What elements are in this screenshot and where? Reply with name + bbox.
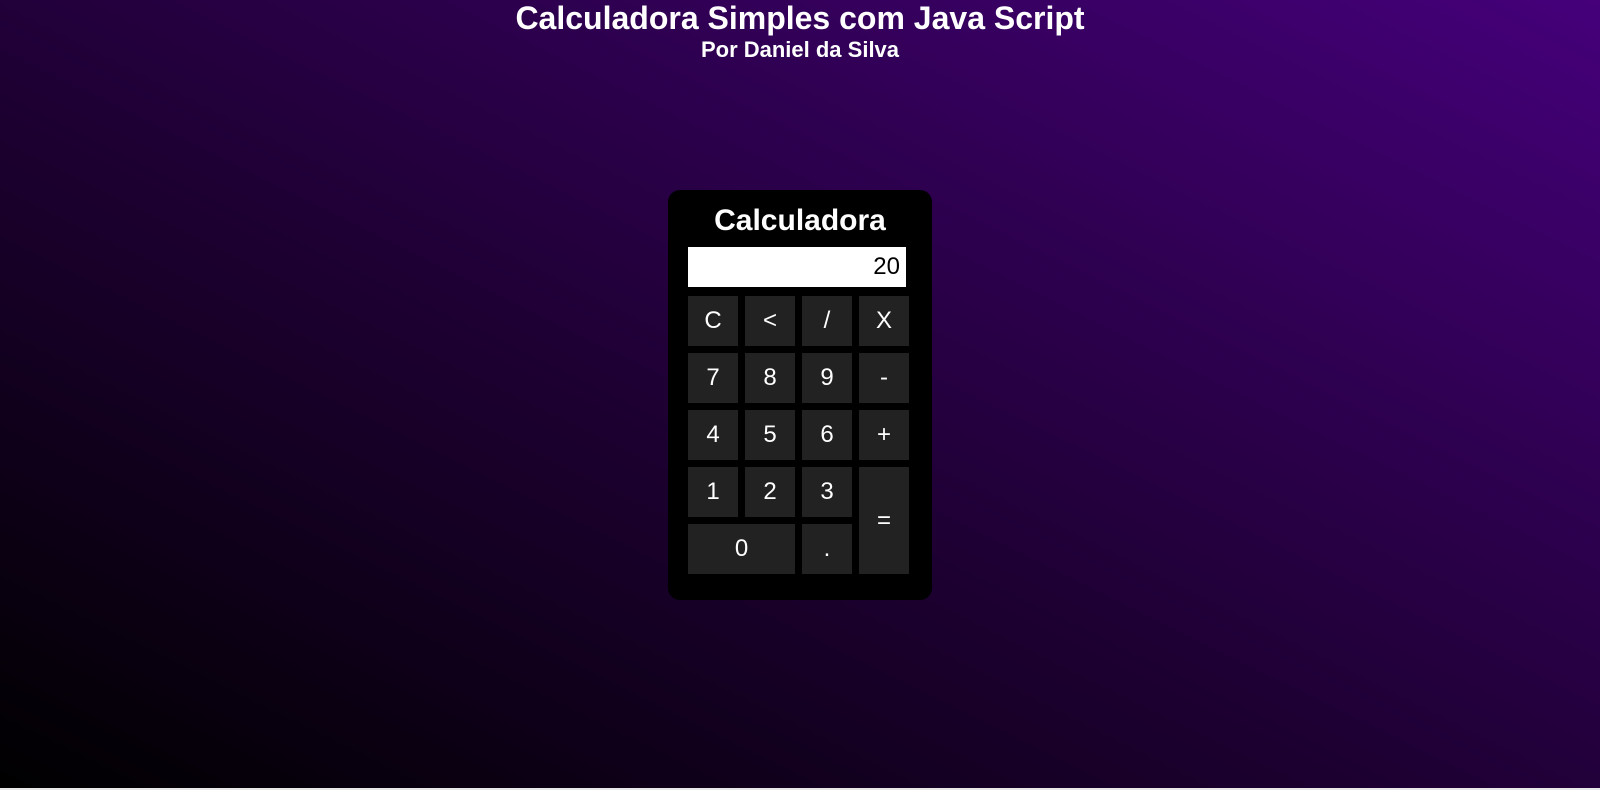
- clear-button[interactable]: C: [688, 296, 738, 346]
- decimal-button[interactable]: .: [802, 524, 852, 574]
- equals-button[interactable]: =: [859, 467, 909, 574]
- digit-8-button[interactable]: 8: [745, 353, 795, 403]
- backspace-button[interactable]: <: [745, 296, 795, 346]
- digit-3-button[interactable]: 3: [802, 467, 852, 517]
- calculator-title: Calculadora: [714, 204, 886, 237]
- page-title: Calculadora Simples com Java Script: [515, 0, 1085, 36]
- multiply-button[interactable]: X: [859, 296, 909, 346]
- digit-1-button[interactable]: 1: [688, 467, 738, 517]
- minus-button[interactable]: -: [859, 353, 909, 403]
- divide-button[interactable]: /: [802, 296, 852, 346]
- digit-5-button[interactable]: 5: [745, 410, 795, 460]
- calculator: Calculadora C < / X 7 8 9 - 4 5 6 + 1 2 …: [668, 190, 932, 600]
- digit-4-button[interactable]: 4: [688, 410, 738, 460]
- plus-button[interactable]: +: [859, 410, 909, 460]
- digit-6-button[interactable]: 6: [802, 410, 852, 460]
- digit-9-button[interactable]: 9: [802, 353, 852, 403]
- digit-2-button[interactable]: 2: [745, 467, 795, 517]
- digit-7-button[interactable]: 7: [688, 353, 738, 403]
- page-header: Calculadora Simples com Java Script Por …: [0, 0, 1600, 64]
- calculator-display[interactable]: [688, 247, 906, 287]
- page-subtitle: Por Daniel da Silva: [700, 37, 900, 62]
- digit-0-button[interactable]: 0: [688, 524, 795, 574]
